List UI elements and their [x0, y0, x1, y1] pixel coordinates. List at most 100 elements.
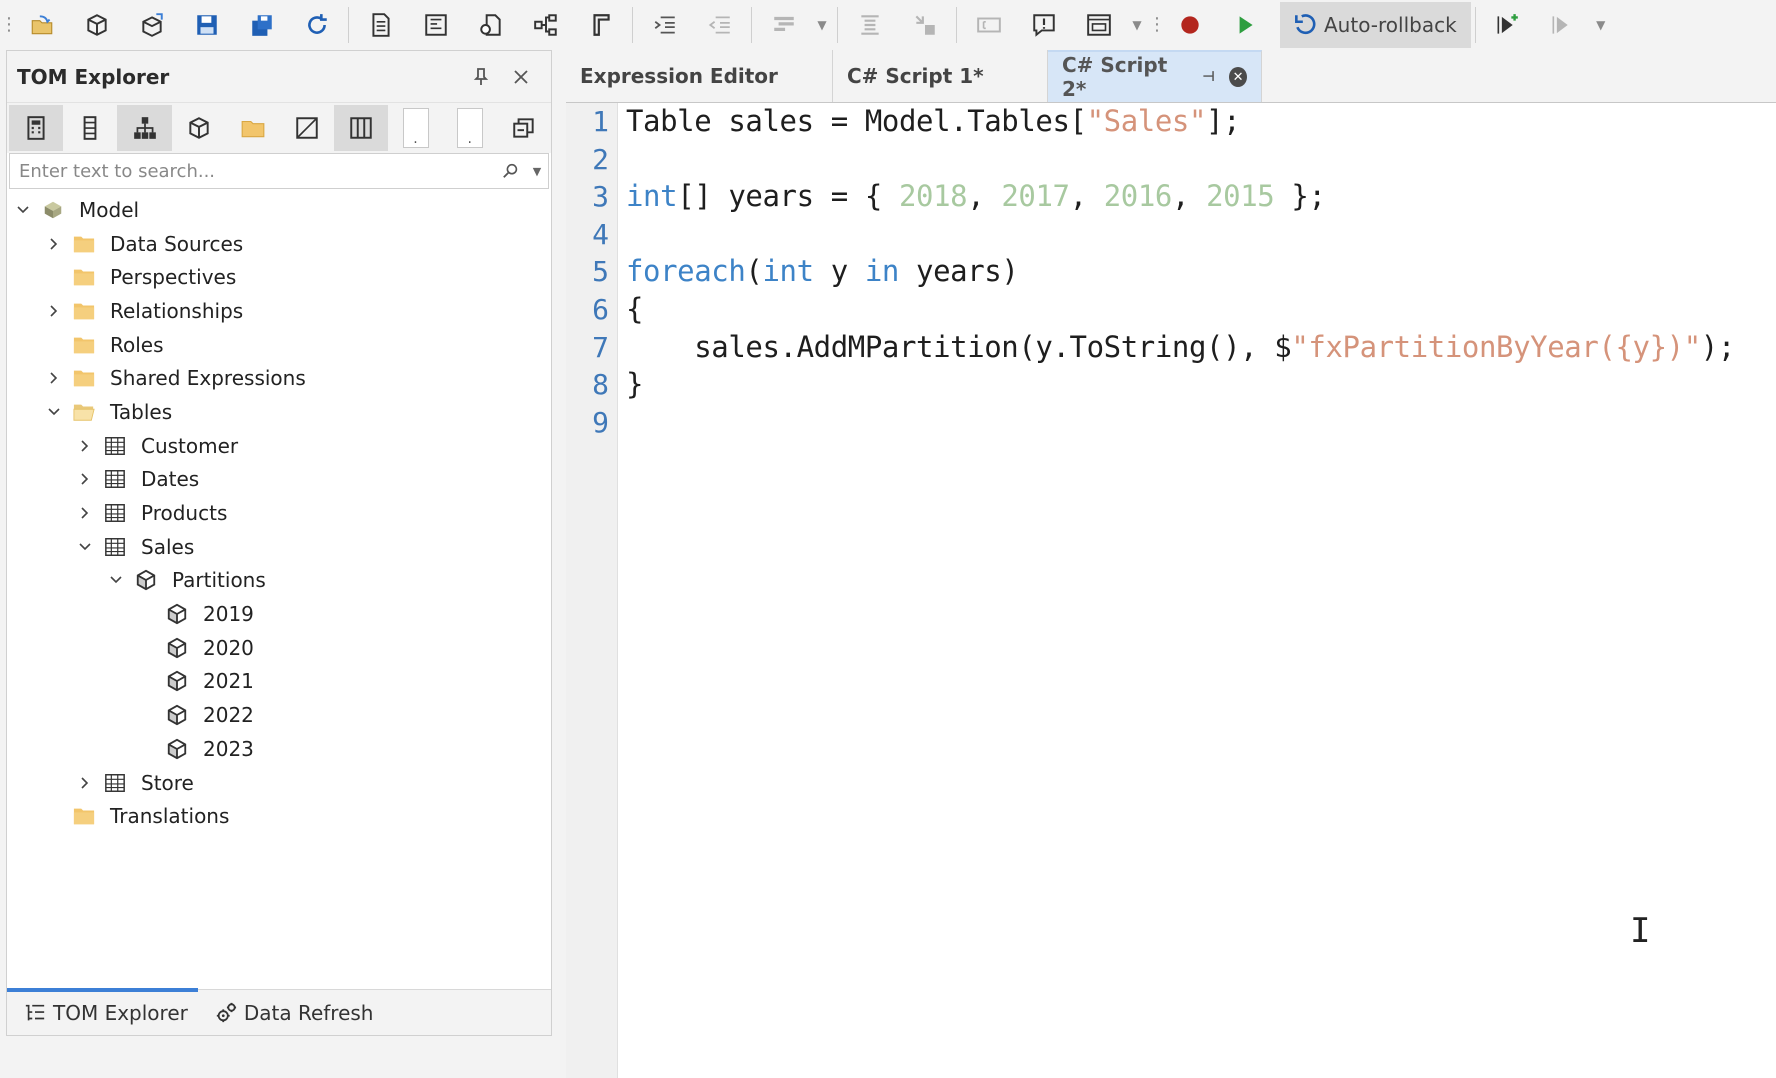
auto-rollback-button[interactable]: Auto-rollback: [1280, 2, 1471, 48]
code-line[interactable]: sales.AddMPartition(y.ToString(), $"fxPa…: [618, 329, 1735, 367]
chevron-down-icon[interactable]: [44, 402, 64, 422]
tree-item-data-sources[interactable]: Data Sources: [7, 227, 551, 261]
pin-icon[interactable]: [461, 67, 501, 87]
code-token: 2016: [1103, 179, 1173, 214]
toolbar-grip[interactable]: ⋮: [1148, 0, 1166, 50]
tree-item-translations[interactable]: Translations: [7, 799, 551, 833]
code-line[interactable]: int[] years = { 2018, 2017, 2016, 2015 }…: [618, 178, 1735, 216]
tree-item-2020[interactable]: 2020: [7, 631, 551, 665]
run-icon[interactable]: [1217, 3, 1272, 47]
query-icon[interactable]: [463, 3, 518, 47]
code-line[interactable]: }: [618, 366, 1735, 404]
deploy-icon[interactable]: [69, 3, 124, 47]
tab-label: TOM Explorer: [53, 1001, 188, 1025]
chevron-right-icon[interactable]: [75, 503, 95, 523]
chevron-right-icon[interactable]: [75, 773, 95, 793]
hierarchy-icon[interactable]: [518, 3, 573, 47]
chevron-down-icon[interactable]: ▼: [1590, 3, 1612, 47]
tree-item-label: 2020: [203, 635, 254, 660]
new-doc-icon[interactable]: [353, 3, 408, 47]
save-all-icon[interactable]: [234, 3, 289, 47]
tree-item-2023[interactable]: 2023: [7, 732, 551, 766]
step-into-icon[interactable]: [1480, 3, 1535, 47]
columns-view-icon[interactable]: [334, 105, 389, 151]
pin-icon[interactable]: ⊣: [1202, 69, 1215, 85]
calculator-icon[interactable]: [9, 105, 64, 151]
step-over-icon: [1535, 3, 1590, 47]
code-line[interactable]: Table sales = Model.Tables["Sales"];: [618, 103, 1735, 141]
code-line[interactable]: [618, 404, 1735, 442]
toolbar-grip[interactable]: ⋮: [0, 0, 18, 50]
hierarchy-view-icon[interactable]: [117, 105, 172, 151]
folder-view-icon[interactable]: [226, 105, 280, 151]
tab-expression-editor[interactable]: Expression Editor: [566, 50, 833, 102]
chevron-right-icon[interactable]: [75, 436, 95, 456]
tree-item-perspectives[interactable]: Perspectives: [7, 260, 551, 294]
chevron-down-icon[interactable]: [106, 570, 126, 590]
tree-item-shared-expressions[interactable]: Shared Expressions: [7, 361, 551, 395]
filter-box-1[interactable]: .: [388, 105, 442, 151]
tree-item-roles[interactable]: Roles: [7, 328, 551, 362]
search-input[interactable]: [19, 160, 496, 182]
window-icon[interactable]: [1071, 3, 1126, 47]
close-icon[interactable]: [501, 67, 541, 87]
save-icon[interactable]: [179, 3, 234, 47]
collapse-all-icon[interactable]: [497, 105, 551, 151]
line-number: 6: [592, 292, 609, 326]
code-line[interactable]: foreach(int y in years): [618, 253, 1735, 291]
record-icon[interactable]: [1162, 3, 1217, 47]
tab-tom-explorer[interactable]: TOM Explorer: [7, 988, 198, 1034]
code-editor[interactable]: 123456789 Table sales = Model.Tables["Sa…: [566, 102, 1776, 1078]
code-area[interactable]: Table sales = Model.Tables["Sales"]; int[…: [618, 103, 1735, 441]
tree-item-sales[interactable]: Sales: [7, 530, 551, 564]
alert-icon[interactable]: [1016, 3, 1071, 47]
close-icon[interactable]: ✕: [1229, 67, 1247, 87]
comment-icon: [756, 3, 811, 47]
chevron-right-icon[interactable]: [44, 368, 64, 388]
tree-item-2021[interactable]: 2021: [7, 665, 551, 699]
indent-icon[interactable]: [637, 3, 692, 47]
chevron-down-icon[interactable]: [13, 200, 33, 220]
outdent-icon: [692, 3, 747, 47]
tree-item-partitions[interactable]: Partitions: [7, 564, 551, 598]
open-icon[interactable]: [14, 3, 69, 47]
tom-explorer-header: TOM Explorer: [7, 51, 551, 103]
tree-item-products[interactable]: Products: [7, 496, 551, 530]
tree-item-dates[interactable]: Dates: [7, 463, 551, 497]
column-list-icon[interactable]: [63, 105, 117, 151]
tree-item-customer[interactable]: Customer: [7, 429, 551, 463]
search-icon[interactable]: [496, 162, 526, 180]
tab-label: C# Script 2*: [1062, 53, 1168, 101]
measure-view-icon[interactable]: [280, 105, 334, 151]
code-token: foreach: [626, 254, 746, 289]
code-token: "fxPartitionByYear({y})": [1291, 329, 1701, 364]
tree-item-tables[interactable]: Tables: [7, 395, 551, 429]
chevron-right-icon[interactable]: [44, 234, 64, 254]
partition-view-icon[interactable]: [172, 105, 226, 151]
chevron-down-icon[interactable]: ▼: [526, 165, 548, 178]
line-number: 7: [592, 330, 609, 364]
tab-csharp-script-2[interactable]: C# Script 2* ⊣ ✕: [1048, 50, 1262, 102]
load-icon[interactable]: [124, 3, 179, 47]
tree-item-2019[interactable]: 2019: [7, 597, 551, 631]
tree-item-store[interactable]: Store: [7, 766, 551, 800]
tab-csharp-script-1[interactable]: C# Script 1*: [833, 50, 1048, 102]
tree-item-relationships[interactable]: Relationships: [7, 294, 551, 328]
chevron-down-icon[interactable]: [75, 537, 95, 557]
tree-item-2022[interactable]: 2022: [7, 698, 551, 732]
tab-data-refresh[interactable]: Data Refresh: [198, 990, 384, 1036]
chevron-down-icon[interactable]: ▼: [1126, 3, 1148, 47]
format-icon[interactable]: [573, 3, 628, 47]
code-line[interactable]: [618, 141, 1735, 179]
tree-item-model[interactable]: Model: [7, 193, 551, 227]
chevron-right-icon[interactable]: [44, 301, 64, 321]
code-line[interactable]: [618, 216, 1735, 254]
refresh-icon[interactable]: [289, 3, 344, 47]
expression-icon[interactable]: [408, 3, 463, 47]
filter-box-2[interactable]: .: [443, 105, 497, 151]
line-number-gutter: 123456789: [566, 103, 618, 1078]
code-line[interactable]: {: [618, 291, 1735, 329]
chevron-right-icon[interactable]: [75, 469, 95, 489]
